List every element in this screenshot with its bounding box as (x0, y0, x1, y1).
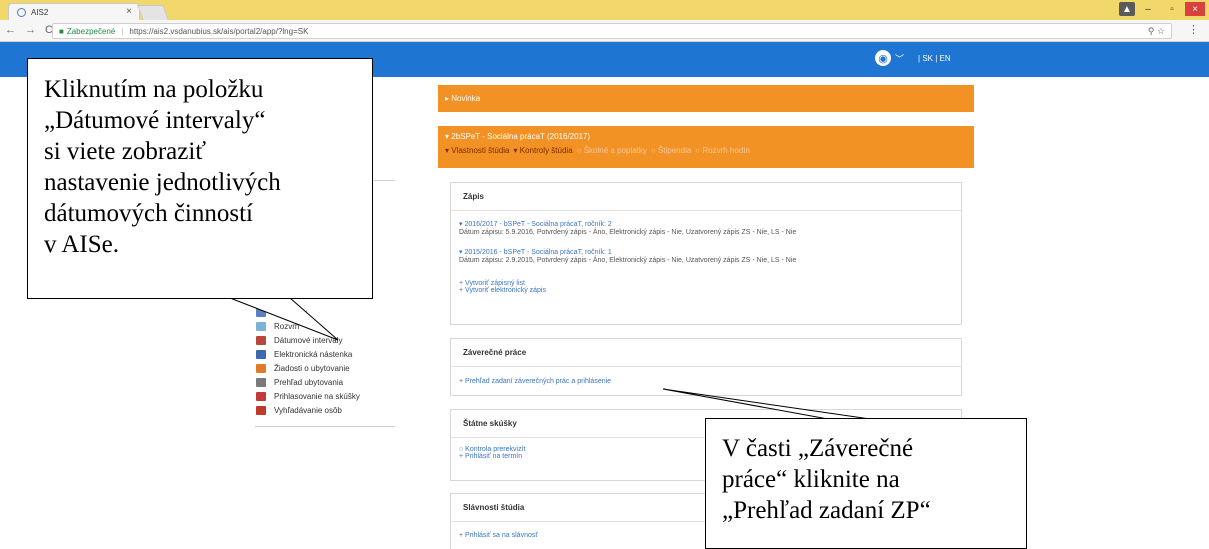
list-icon (256, 377, 266, 387)
url-text: https://ais2.vsdanubius.sk/ais/portal2/a… (129, 26, 309, 36)
secure-label: Zabezpečené (66, 26, 116, 36)
callout-datumove-intervaly: Kliknutím na položku „Dátumové intervaly“… (27, 58, 373, 299)
callout-line: „Prehľad zadaní ZP“ (722, 497, 931, 524)
sidebar-divider-bottom (255, 426, 395, 427)
novinka-header[interactable]: ▸ Novinka (438, 85, 974, 112)
callout-line: V časti „Záverečné (722, 435, 914, 462)
sidebar-item[interactable]: Elektronická nástenka (256, 347, 396, 361)
browser-tab[interactable]: AIS2 × (8, 3, 140, 20)
address-bar: ← → C ■ Zabezpečené | https://ais2.vsdan… (0, 20, 1209, 42)
maximize-icon[interactable]: ▫ (1161, 2, 1183, 16)
forward-icon[interactable]: → (25, 24, 36, 36)
study-links: ▾ Vlastnosti štúdia ▾ Kontroly štúdia ○ Šk… (445, 146, 967, 155)
nav-buttons: ← → C (5, 24, 53, 36)
sidebar-item-label: Žiadosti o ubytovanie (274, 363, 350, 373)
sidebar-item[interactable]: Prihlasovanie na skúšky (256, 389, 396, 403)
sidebar-item-label: Elektronická nástenka (274, 349, 353, 359)
user-menu[interactable]: ◉ ﹀ | SK | EN (875, 50, 951, 66)
sidebar-item-label: Prehľad ubytovania (274, 377, 344, 387)
board-icon (256, 349, 266, 359)
person-icon (256, 363, 266, 373)
exam-icon (256, 391, 266, 401)
browser-menu-icon[interactable]: ⋮ (1188, 23, 1199, 36)
study-link[interactable]: ○ Školné a poplatky (577, 146, 647, 155)
url-input[interactable]: ■ Zabezpečené | https://ais2.vsdanubius.… (52, 23, 1172, 39)
sidebar-item[interactable]: Prehľad ubytovania (256, 375, 396, 389)
callout-line: „Dátumové intervaly“ (44, 107, 266, 134)
chevron-down-icon[interactable]: ﹀ (895, 52, 904, 65)
minimize-icon[interactable]: – (1137, 2, 1159, 16)
study-title[interactable]: ▾ 2bSPeT - Sociálna prácaT (2016/2017) (445, 132, 967, 141)
tab-close-icon[interactable]: × (126, 6, 132, 17)
people-icon (256, 405, 266, 415)
novinka-label: ▸ Novinka (445, 94, 481, 103)
sidebar-menu: ...dmetov Rozvrh Dátumové intervaly Elektro… (256, 305, 396, 417)
schedule-icon (256, 321, 266, 331)
bookmark-star-icon[interactable]: ⚲ ☆ (1148, 26, 1165, 37)
window-controls: ▲ – ▫ × (1119, 2, 1205, 16)
study-link[interactable]: ○ Rozvrh hodín (695, 146, 750, 155)
study-link[interactable]: ○ Štipendia (651, 146, 691, 155)
create-electronic-enrollment-link[interactable]: + Vytvoriť elektronický zápis (459, 287, 953, 294)
favicon-icon (17, 7, 26, 17)
zapis-entry-1-link[interactable]: ▾ 2016/2017 - bSPeT - Sociálna prácaT, r… (459, 220, 953, 228)
tab-title: AIS2 (31, 7, 49, 17)
sidebar-item[interactable]: Žiadosti o ubytovanie (256, 361, 396, 375)
panel-zaverecne-prace: Záverečné práce + Prehľad zadaní závereč… (450, 338, 962, 396)
zapis-entry-1-text: Dátum zápisu: 5.9.2016, Potvrdený zápis … (459, 229, 797, 236)
sidebar-item[interactable]: Rozvrh (256, 319, 396, 333)
lock-icon: ■ (59, 26, 64, 36)
callout-zaverecne-prace: V časti „Záverečné práce“ kliknite na „Pre… (705, 418, 1027, 549)
callout-line: v AISe. (44, 231, 119, 258)
zapis-entry-2-text: Dátum zápisu: 2.9.2015, Potvrdený zápis … (459, 257, 797, 264)
back-icon[interactable]: ← (5, 24, 16, 36)
window-close-icon[interactable]: × (1185, 2, 1205, 16)
callout-line: práce“ kliknite na (722, 466, 900, 493)
study-link[interactable]: ▾ Kontroly štúdia (514, 146, 573, 155)
new-tab-button[interactable] (137, 5, 169, 20)
create-enrollment-sheet-link[interactable]: + Vytvoriť zápisný list (459, 280, 953, 287)
sidebar-item[interactable]: Dátumové intervaly (256, 333, 396, 347)
language-links[interactable]: | SK | EN (918, 54, 951, 63)
sidebar-item-label: ...dmetov (274, 307, 307, 317)
study-link[interactable]: ▾ Vlastnosti štúdia (445, 146, 510, 155)
callout-line: Kliknutím na položku (44, 76, 264, 103)
sidebar-item-label: Dátumové intervaly (274, 335, 343, 345)
url-separator: | (121, 26, 124, 36)
panel-zaverecne-title: Záverečné práce (451, 339, 961, 367)
callout-line: nastavenie jednotlivých (44, 169, 281, 196)
book-icon (256, 307, 266, 317)
panel-zapis: Zápis ▾ 2016/2017 - bSPeT - Sociálna prá… (450, 182, 962, 325)
zapis-entry-2-link[interactable]: ▾ 2015/2016 - bSPeT - Sociálna prácaT, r… (459, 248, 953, 256)
panel-zapis-title: Zápis (451, 183, 961, 211)
study-header: ▾ 2bSPeT - Sociálna prácaT (2016/2017) ▾… (438, 126, 974, 168)
callout-line: dátumových činností (44, 200, 253, 227)
sidebar-item-label: Vyhľadávanie osôb (274, 405, 342, 415)
sidebar-item-label: Prihlasovanie na skúšky (274, 391, 360, 401)
calendar-icon (256, 335, 266, 345)
sidebar-item[interactable]: ...dmetov (256, 305, 396, 319)
callout-line: si viete zobraziť (44, 138, 206, 165)
avatar-icon[interactable]: ◉ (875, 50, 891, 66)
sidebar-item[interactable]: Vyhľadávanie osôb (256, 403, 396, 417)
sidebar-item-label: Rozvrh (274, 321, 300, 331)
thesis-assignments-link[interactable]: + Prehľad zadaní záverečných prác a prih… (459, 378, 953, 385)
profile-icon[interactable]: ▲ (1119, 2, 1135, 16)
browser-tabstrip: AIS2 × ▲ – ▫ × (0, 0, 1209, 20)
